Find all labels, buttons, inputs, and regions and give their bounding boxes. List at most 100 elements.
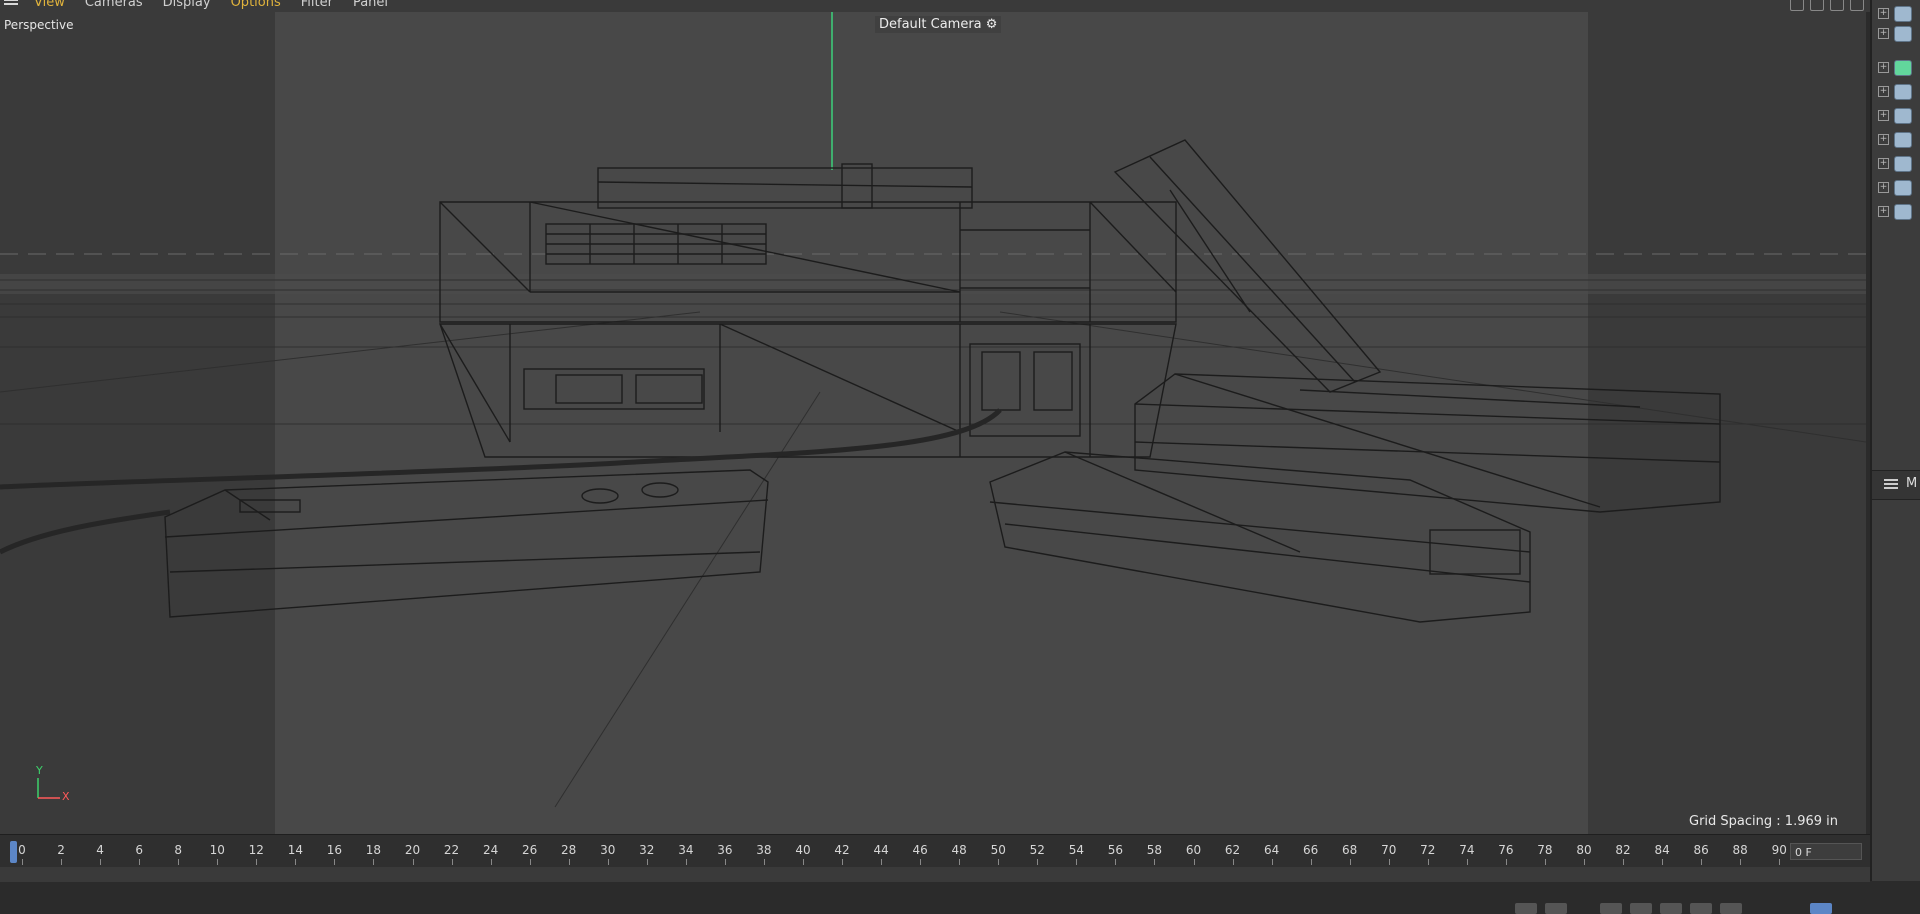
timeline-tick-label: 26	[522, 843, 538, 857]
timeline-tick	[763, 859, 765, 865]
scale-key-icon[interactable]	[1690, 903, 1712, 914]
object-tree-row[interactable]: +	[1878, 178, 1920, 198]
timeline-tick	[685, 859, 687, 865]
spline-object-icon[interactable]	[1894, 60, 1912, 76]
null-object-icon[interactable]	[1894, 132, 1912, 148]
timeline-tick-label: 22	[443, 843, 460, 857]
timeline-tick	[1740, 859, 1742, 865]
timeline-tick	[568, 859, 570, 865]
timeline-tick	[256, 859, 258, 865]
timeline-tick	[998, 859, 1000, 865]
timeline-tick-label: 64	[1263, 843, 1280, 857]
expand-toggle-icon[interactable]: +	[1878, 182, 1889, 193]
timeline-tick	[22, 859, 23, 865]
timeline-tick-label: 60	[1185, 843, 1202, 857]
active-camera-label[interactable]: Default Camera ⚙	[875, 16, 1002, 33]
timeline-tick	[295, 859, 297, 865]
menu-panel[interactable]: Panel	[353, 0, 388, 10]
timeline-playhead[interactable]	[10, 841, 17, 863]
menu-cameras[interactable]: Cameras	[85, 0, 143, 10]
expand-toggle-icon[interactable]: +	[1878, 110, 1889, 121]
menu-display[interactable]: Display	[163, 0, 211, 10]
safe-frame-left	[0, 12, 275, 834]
timeline-tick	[139, 859, 141, 865]
zoom-view-icon[interactable]	[1830, 0, 1844, 11]
object-tree-row[interactable]: +	[1878, 130, 1920, 150]
timeline-tick	[1427, 859, 1429, 865]
timeline-tick	[1388, 859, 1390, 865]
object-tree-row[interactable]: +	[1878, 58, 1920, 78]
timeline-tick	[373, 859, 375, 865]
grid-spacing-readout: Grid Spacing : 1.969 in	[1689, 814, 1838, 829]
timeline-tick	[803, 859, 804, 865]
timeline-tick	[920, 859, 922, 865]
object-tree-row[interactable]: +	[1878, 4, 1920, 24]
timeline-tick	[1584, 859, 1585, 865]
keyframe-selection-icon[interactable]	[1600, 903, 1622, 914]
timeline-tick	[61, 859, 63, 865]
parameter-key-icon[interactable]	[1720, 903, 1742, 914]
timeline-tick	[1115, 859, 1117, 865]
position-key-icon[interactable]	[1630, 903, 1652, 914]
menu-view[interactable]: View	[34, 0, 65, 10]
object-tree-row[interactable]: +	[1878, 106, 1920, 126]
rotation-key-icon[interactable]	[1660, 903, 1682, 914]
rotate-view-icon[interactable]	[1810, 0, 1824, 11]
expand-toggle-icon[interactable]: +	[1878, 206, 1889, 217]
expand-toggle-icon[interactable]: +	[1878, 86, 1889, 97]
timeline-tick-label: 74	[1459, 843, 1475, 857]
expand-toggle-icon[interactable]: +	[1878, 62, 1889, 73]
null-object-icon[interactable]	[1894, 6, 1912, 22]
timeline-tick-label: 0	[18, 843, 26, 857]
timeline-tick-label: 38	[756, 843, 772, 857]
timeline-tick-label: 34	[678, 843, 694, 857]
timeline-tick-label: 48	[951, 843, 967, 857]
panel-menu-icon[interactable]	[1884, 479, 1898, 491]
timeline-tick	[959, 859, 961, 865]
timeline-tick-label: 56	[1107, 843, 1124, 857]
object-tree-row[interactable]: +	[1878, 154, 1920, 174]
timeline-tick-label: 68	[1342, 843, 1358, 857]
expand-toggle-icon[interactable]: +	[1878, 8, 1889, 19]
object-tree-row[interactable]: +	[1878, 82, 1920, 102]
3d-viewport[interactable]: Perspective Default Camera ⚙ Y X Grid Sp…	[0, 12, 1866, 834]
auto-key-icon[interactable]	[1545, 903, 1567, 914]
null-object-icon[interactable]	[1894, 108, 1912, 124]
camera-settings-icon[interactable]: ⚙	[986, 17, 998, 32]
object-tree-row[interactable]: +	[1878, 202, 1920, 222]
menu-filter[interactable]: Filter	[301, 0, 333, 10]
timeline-tick-label: 46	[912, 843, 928, 857]
null-object-icon[interactable]	[1894, 156, 1912, 172]
timeline-tick-label: 62	[1224, 843, 1241, 857]
record-key-icon[interactable]	[1515, 903, 1537, 914]
timeline-tick-label: 28	[561, 843, 577, 857]
viewport-projection-label[interactable]: Perspective	[4, 18, 74, 32]
expand-toggle-icon[interactable]: +	[1878, 28, 1889, 39]
null-object-icon[interactable]	[1894, 26, 1912, 42]
move-view-icon[interactable]	[1790, 0, 1804, 11]
timeline[interactable]: 0 2 4 6 8 10 12 14 16 18 20 22 24 26 28 30 32 34 36 38 40 42 4…	[0, 834, 1870, 914]
timeline-tick	[881, 859, 883, 865]
timeline-tick	[646, 859, 648, 865]
null-object-icon[interactable]	[1894, 204, 1912, 220]
timeline-tick	[1271, 859, 1273, 865]
current-frame-field[interactable]: 0 F	[1790, 843, 1862, 860]
timeline-tick-label: 4	[96, 843, 104, 857]
expand-toggle-icon[interactable]: +	[1878, 158, 1889, 169]
timeline-tick-label: 40	[795, 843, 811, 857]
playback-mode-icon[interactable]	[1810, 903, 1832, 914]
menu-options[interactable]: Options	[231, 0, 281, 10]
timeline-tick-label: 80	[1576, 843, 1592, 857]
maximize-view-icon[interactable]	[1850, 0, 1864, 11]
object-tree-row[interactable]: +	[1878, 24, 1920, 44]
timeline-ruler[interactable]: 0 2 4 6 8 10 12 14 16 18 20 22 24 26 28 30 32 34 36 38 40 42 4…	[0, 835, 1787, 865]
timeline-tick-label: 36	[717, 843, 733, 857]
axis-gizmo: Y X	[30, 764, 80, 814]
timeline-tick-label: 84	[1654, 843, 1670, 857]
expand-toggle-icon[interactable]: +	[1878, 134, 1889, 145]
null-object-icon[interactable]	[1894, 180, 1912, 196]
null-object-icon[interactable]	[1894, 84, 1912, 100]
lower-panel-header: M	[1872, 470, 1920, 500]
hamburger-menu-icon[interactable]	[4, 0, 18, 9]
lower-panel-title: M	[1906, 476, 1918, 491]
